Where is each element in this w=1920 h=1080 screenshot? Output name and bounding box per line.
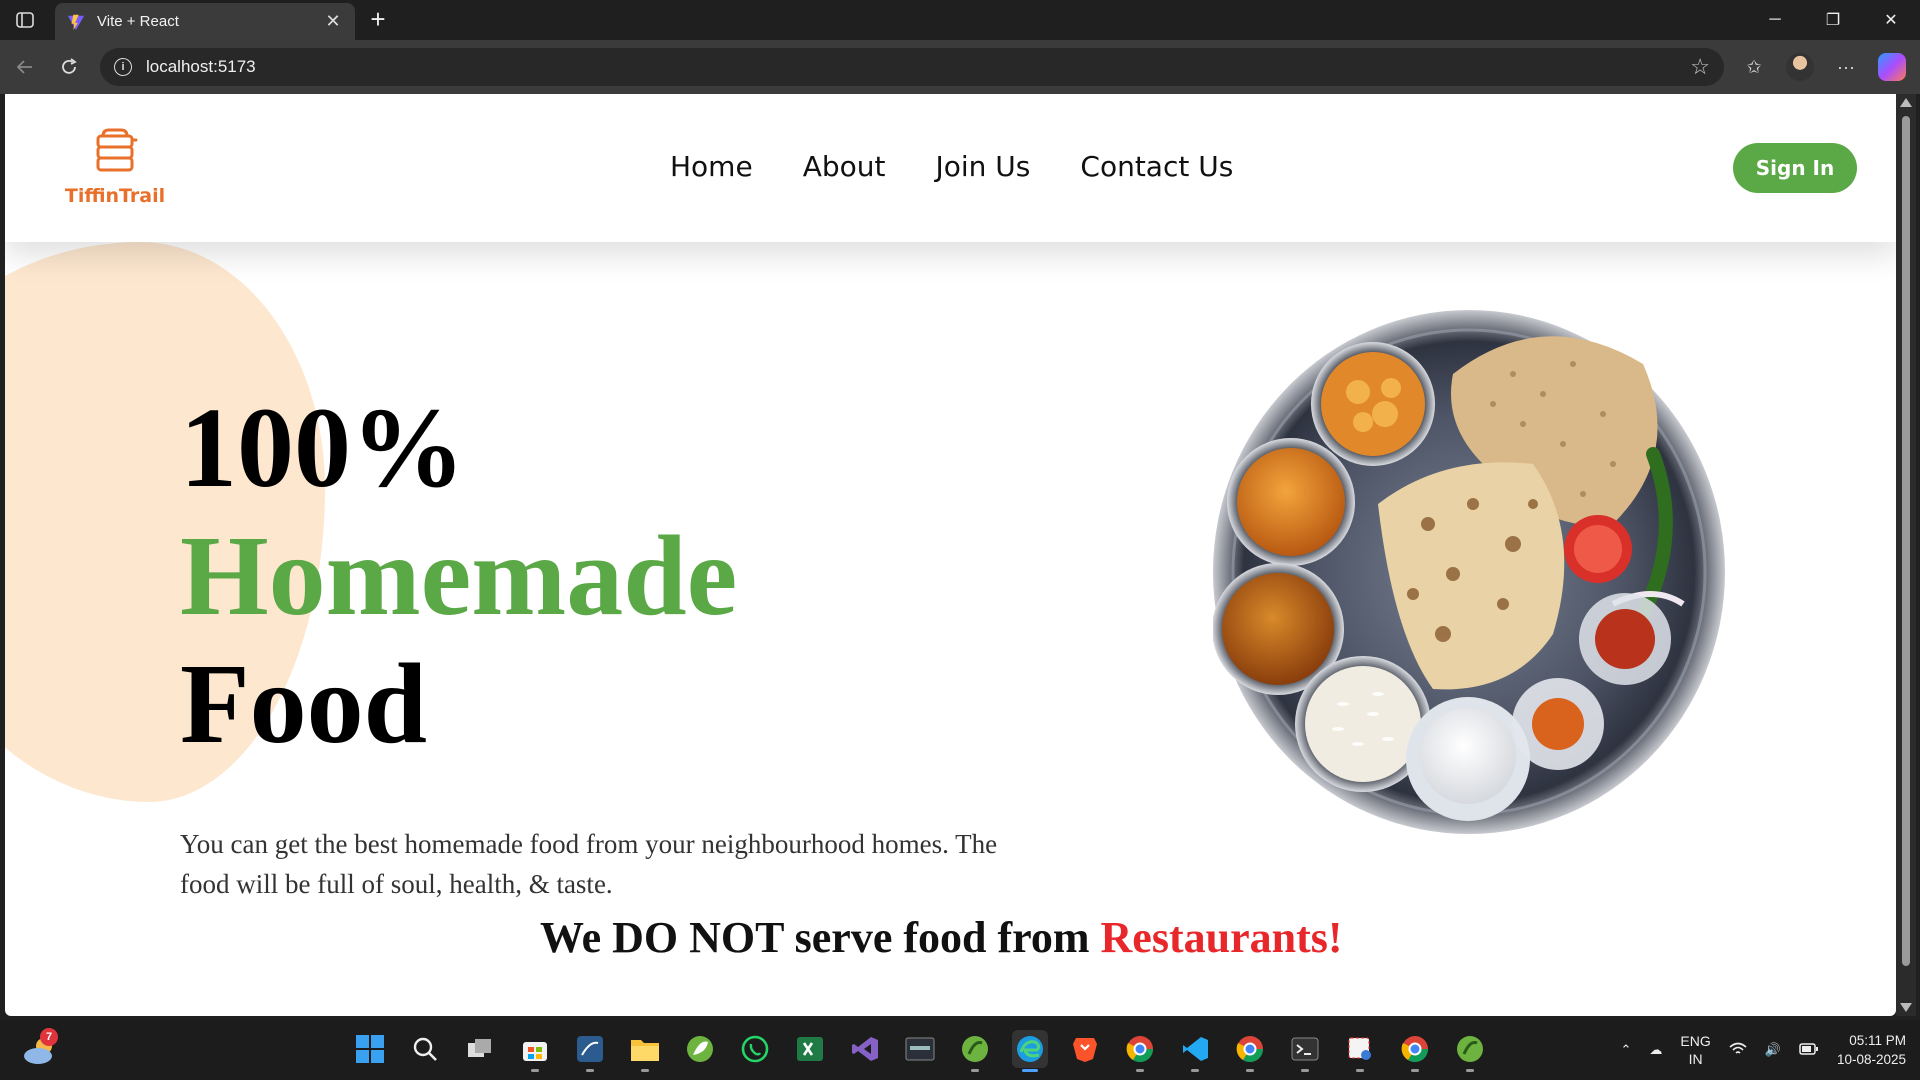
sign-in-button[interactable]: Sign In <box>1733 143 1857 193</box>
hero-title: 100% Homemade Food <box>180 384 737 768</box>
main-nav: Home About Join Us Contact Us <box>670 150 1233 183</box>
lang-region: IN <box>1688 1051 1703 1067</box>
hero-description: You can get the best homemade food from … <box>180 829 998 899</box>
tab-close-icon[interactable]: ✕ <box>323 11 343 32</box>
chrome-icon[interactable] <box>1122 1030 1158 1072</box>
clock-time: 05:11 PM <box>1849 1033 1906 1048</box>
taskbar-apps <box>352 1030 1488 1072</box>
scroll-down-icon[interactable] <box>1900 1003 1912 1012</box>
scrollbar-thumb[interactable] <box>1902 116 1910 966</box>
clock-date: 10-08-2025 <box>1836 1052 1906 1067</box>
thali-plate-image <box>1213 310 1725 834</box>
toolbar-icons: ✩ ··· <box>1738 51 1906 83</box>
mysql-workbench-icon[interactable] <box>572 1030 608 1072</box>
hero-line-3: Food <box>180 640 428 767</box>
restore-icon[interactable]: ❐ <box>1804 0 1862 40</box>
spring-boot-icon[interactable] <box>957 1030 993 1072</box>
nav-contact-us[interactable]: Contact Us <box>1080 150 1233 183</box>
nav-home[interactable]: Home <box>670 150 753 183</box>
site-logo[interactable]: TiffinTrail <box>60 126 170 207</box>
new-tab-icon[interactable]: + <box>364 6 392 34</box>
snipping-tool-icon[interactable] <box>1342 1030 1378 1072</box>
battery-icon[interactable] <box>1799 1042 1819 1059</box>
task-view-icon[interactable] <box>462 1030 498 1068</box>
whatsapp-icon[interactable] <box>737 1030 773 1068</box>
language-indicator[interactable]: ENG IN <box>1680 1032 1710 1068</box>
copilot-icon[interactable] <box>1878 53 1906 81</box>
scroll-up-icon[interactable] <box>1900 98 1912 107</box>
visual-studio-icon[interactable] <box>847 1030 883 1068</box>
site-header: TiffinTrail Home About Join Us Contact U… <box>5 94 1896 242</box>
window-controls: ─ ❐ ✕ <box>1746 0 1920 40</box>
nav-join-us[interactable]: Join Us <box>935 150 1030 183</box>
show-hidden-icons-icon[interactable]: ⌃ <box>1621 1042 1632 1058</box>
volume-icon[interactable]: 🔊 <box>1765 1042 1781 1058</box>
tab-actions-icon[interactable] <box>10 8 40 32</box>
taskbar: 7 ⌃ ☁ ENG IN 🔊 05:11 PM 10-08-2025 <box>0 1020 1920 1080</box>
chrome-guest-icon[interactable] <box>1397 1030 1433 1072</box>
wifi-icon[interactable] <box>1729 1042 1747 1059</box>
weather-badge: 7 <box>40 1028 58 1046</box>
file-explorer-icon[interactable] <box>627 1030 663 1072</box>
back-icon[interactable] <box>10 52 40 82</box>
profile-avatar[interactable] <box>1786 53 1814 81</box>
clock[interactable]: 05:11 PM 10-08-2025 <box>1837 1031 1906 1069</box>
spring-app-icon[interactable] <box>1452 1030 1488 1072</box>
hero-line-1: 100% <box>180 384 465 511</box>
address-bar[interactable]: i localhost:5173 ☆ <box>100 48 1724 86</box>
site-info-icon[interactable]: i <box>114 58 132 76</box>
browser-titlebar: Vite + React ✕ + ─ ❐ ✕ <box>0 0 1920 40</box>
vscode-icon[interactable] <box>1177 1030 1213 1072</box>
brave-icon[interactable] <box>1067 1030 1103 1068</box>
terminal-icon[interactable] <box>1287 1030 1323 1072</box>
tagline-highlight: Restaurants! <box>1100 913 1343 962</box>
tab-title: Vite + React <box>97 13 179 30</box>
spring-tool-icon[interactable] <box>682 1030 718 1068</box>
tiffin-box-icon <box>96 128 138 172</box>
edge-icon[interactable] <box>1012 1030 1048 1072</box>
search-icon[interactable] <box>407 1030 443 1068</box>
tagline-main: We DO NOT serve food from <box>540 913 1101 962</box>
start-icon[interactable] <box>352 1030 388 1068</box>
mysql-shell-icon[interactable] <box>902 1030 938 1068</box>
minimize-icon[interactable]: ─ <box>1746 0 1804 40</box>
url-text: localhost:5173 <box>146 57 256 76</box>
favorite-star-icon[interactable]: ☆ <box>1690 54 1710 80</box>
nav-about[interactable]: About <box>803 150 886 183</box>
excel-icon[interactable] <box>792 1030 828 1068</box>
chrome-profile-icon[interactable] <box>1232 1030 1268 1072</box>
page-scrollbar[interactable] <box>1896 94 1916 1016</box>
vite-favicon-icon <box>67 14 85 30</box>
store-icon[interactable] <box>517 1030 553 1072</box>
browser-tab[interactable]: Vite + React ✕ <box>55 3 355 40</box>
window-close-icon[interactable]: ✕ <box>1862 0 1920 40</box>
page-viewport: TiffinTrail Home About Join Us Contact U… <box>5 94 1896 1016</box>
logo-text: TiffinTrail <box>64 185 166 207</box>
system-tray: ⌃ ☁ ENG IN 🔊 05:11 PM 10-08-2025 <box>1621 1028 1907 1072</box>
lang-code: ENG <box>1680 1033 1711 1049</box>
more-options-icon[interactable]: ··· <box>1830 51 1862 83</box>
browser-toolbar: i localhost:5173 ☆ ✩ ··· <box>0 40 1920 94</box>
favorites-icon[interactable]: ✩ <box>1738 51 1770 83</box>
onedrive-cloud-icon[interactable]: ☁ <box>1649 1042 1662 1058</box>
reload-icon[interactable] <box>54 52 84 82</box>
hero-line-2: Homemade <box>180 512 738 639</box>
